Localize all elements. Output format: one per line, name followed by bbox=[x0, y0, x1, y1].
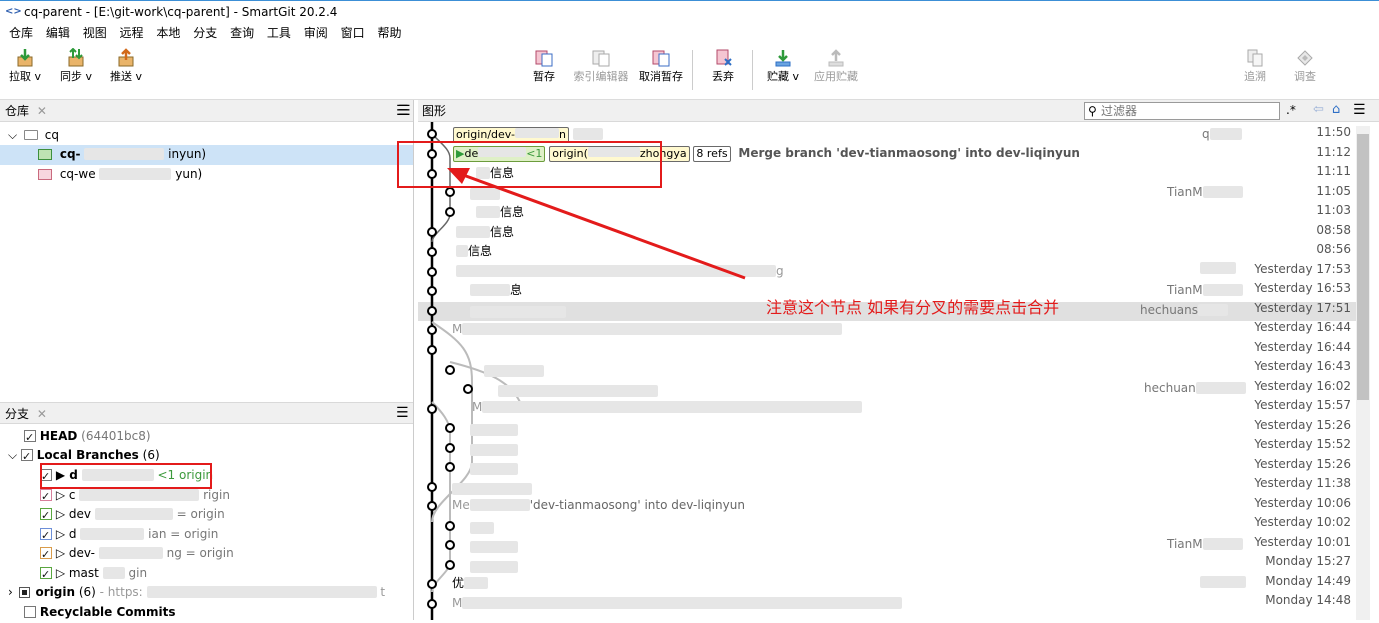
annotation-arrow bbox=[447, 168, 746, 280]
annotation-text: 注意这个节点 如果有分叉的需要点击合并 bbox=[766, 298, 1060, 317]
